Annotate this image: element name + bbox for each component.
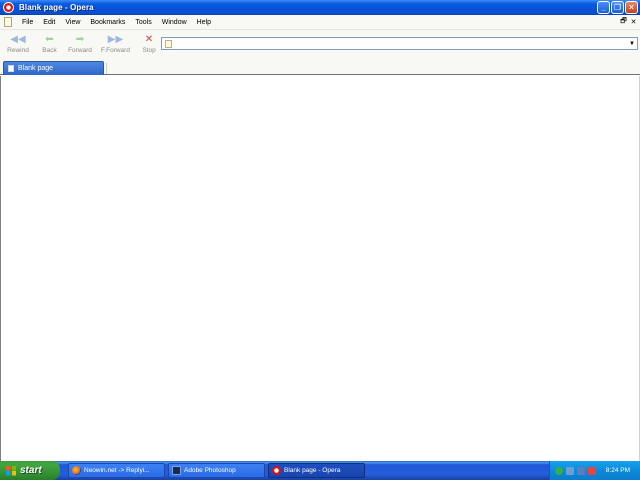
- tab-bar: Blank page: [0, 57, 640, 75]
- language-icon[interactable]: [588, 466, 596, 475]
- taskbar: start Neowin.net -> Replyi... Adobe Phot…: [0, 461, 640, 480]
- fast-forward-icon: ▶▶: [107, 34, 124, 45]
- menu-edit[interactable]: Edit: [38, 19, 60, 26]
- taskbar-item-photoshop[interactable]: Adobe Photoshop: [168, 463, 265, 478]
- menu-window[interactable]: Window: [157, 19, 192, 26]
- fast-forward-button[interactable]: ▶▶ F.Forward: [97, 30, 134, 56]
- firefox-icon: [72, 466, 81, 475]
- stop-icon: ✕: [144, 34, 154, 45]
- photoshop-icon: [172, 466, 181, 475]
- navigation-toolbar: ◀◀ Rewind ⬅ Back ➡ Forward ▶▶ F.Forward …: [0, 30, 640, 57]
- window-controls: _ ❐ ✕: [597, 1, 638, 14]
- back-label: Back: [42, 47, 57, 54]
- stop-label: Stop: [142, 47, 156, 54]
- opera-icon: [272, 466, 281, 475]
- tab-divider: [106, 63, 107, 74]
- fast-forward-label: F.Forward: [101, 47, 130, 54]
- back-icon: ⬅: [45, 34, 54, 45]
- window-title: Blank page - Opera: [19, 3, 94, 12]
- forward-button[interactable]: ➡ Forward: [63, 30, 97, 56]
- taskbar-item-firefox[interactable]: Neowin.net -> Replyi...: [68, 463, 165, 478]
- system-tray: 8:24 PM: [549, 461, 640, 480]
- page-content[interactable]: [0, 76, 640, 461]
- menu-tools[interactable]: Tools: [130, 19, 156, 26]
- close-button[interactable]: ✕: [625, 1, 638, 14]
- address-dropdown-icon[interactable]: ▼: [627, 38, 637, 49]
- taskbar-item-label: Blank page - Opera: [284, 467, 341, 474]
- address-input[interactable]: [172, 38, 627, 49]
- address-bar[interactable]: ▼: [161, 37, 638, 50]
- document-window-controls: 🗗 ✕: [619, 17, 638, 27]
- forward-icon: ➡: [75, 34, 85, 45]
- back-button[interactable]: ⬅ Back: [36, 30, 63, 56]
- window-titlebar[interactable]: Blank page - Opera _ ❐ ✕: [0, 0, 640, 15]
- menu-bookmarks[interactable]: Bookmarks: [85, 19, 130, 26]
- stop-button[interactable]: ✕ Stop: [134, 30, 164, 56]
- forward-label: Forward: [68, 47, 92, 54]
- close-document-button[interactable]: ✕: [629, 17, 638, 27]
- menu-view[interactable]: View: [60, 19, 85, 26]
- page-icon: [165, 39, 172, 48]
- taskbar-item-label: Adobe Photoshop: [184, 467, 236, 474]
- taskbar-item-opera[interactable]: Blank page - Opera: [268, 463, 365, 478]
- windows-logo-icon: [6, 465, 16, 476]
- security-icon[interactable]: [555, 466, 563, 475]
- document-icon[interactable]: [4, 17, 12, 27]
- tab-blank-page[interactable]: Blank page: [3, 61, 104, 75]
- restore-document-button[interactable]: 🗗: [619, 17, 628, 27]
- opera-icon[interactable]: [3, 2, 14, 13]
- maximize-button[interactable]: ❐: [611, 1, 624, 14]
- menu-file[interactable]: File: [17, 19, 38, 26]
- minimize-button[interactable]: _: [597, 1, 610, 14]
- menu-bar: File Edit View Bookmarks Tools Window He…: [0, 15, 640, 30]
- start-button[interactable]: start: [0, 461, 60, 480]
- menu-help[interactable]: Help: [192, 19, 216, 26]
- rewind-icon: ◀◀: [10, 34, 26, 45]
- tab-label: Blank page: [18, 65, 54, 72]
- rewind-button[interactable]: ◀◀ Rewind: [0, 30, 36, 56]
- taskbar-item-label: Neowin.net -> Replyi...: [84, 467, 150, 474]
- page-icon: [8, 65, 14, 72]
- clock[interactable]: 8:24 PM: [606, 467, 630, 474]
- network-icon[interactable]: [566, 466, 574, 475]
- volume-icon[interactable]: [577, 466, 585, 475]
- start-label: start: [20, 465, 42, 476]
- rewind-label: Rewind: [7, 47, 29, 54]
